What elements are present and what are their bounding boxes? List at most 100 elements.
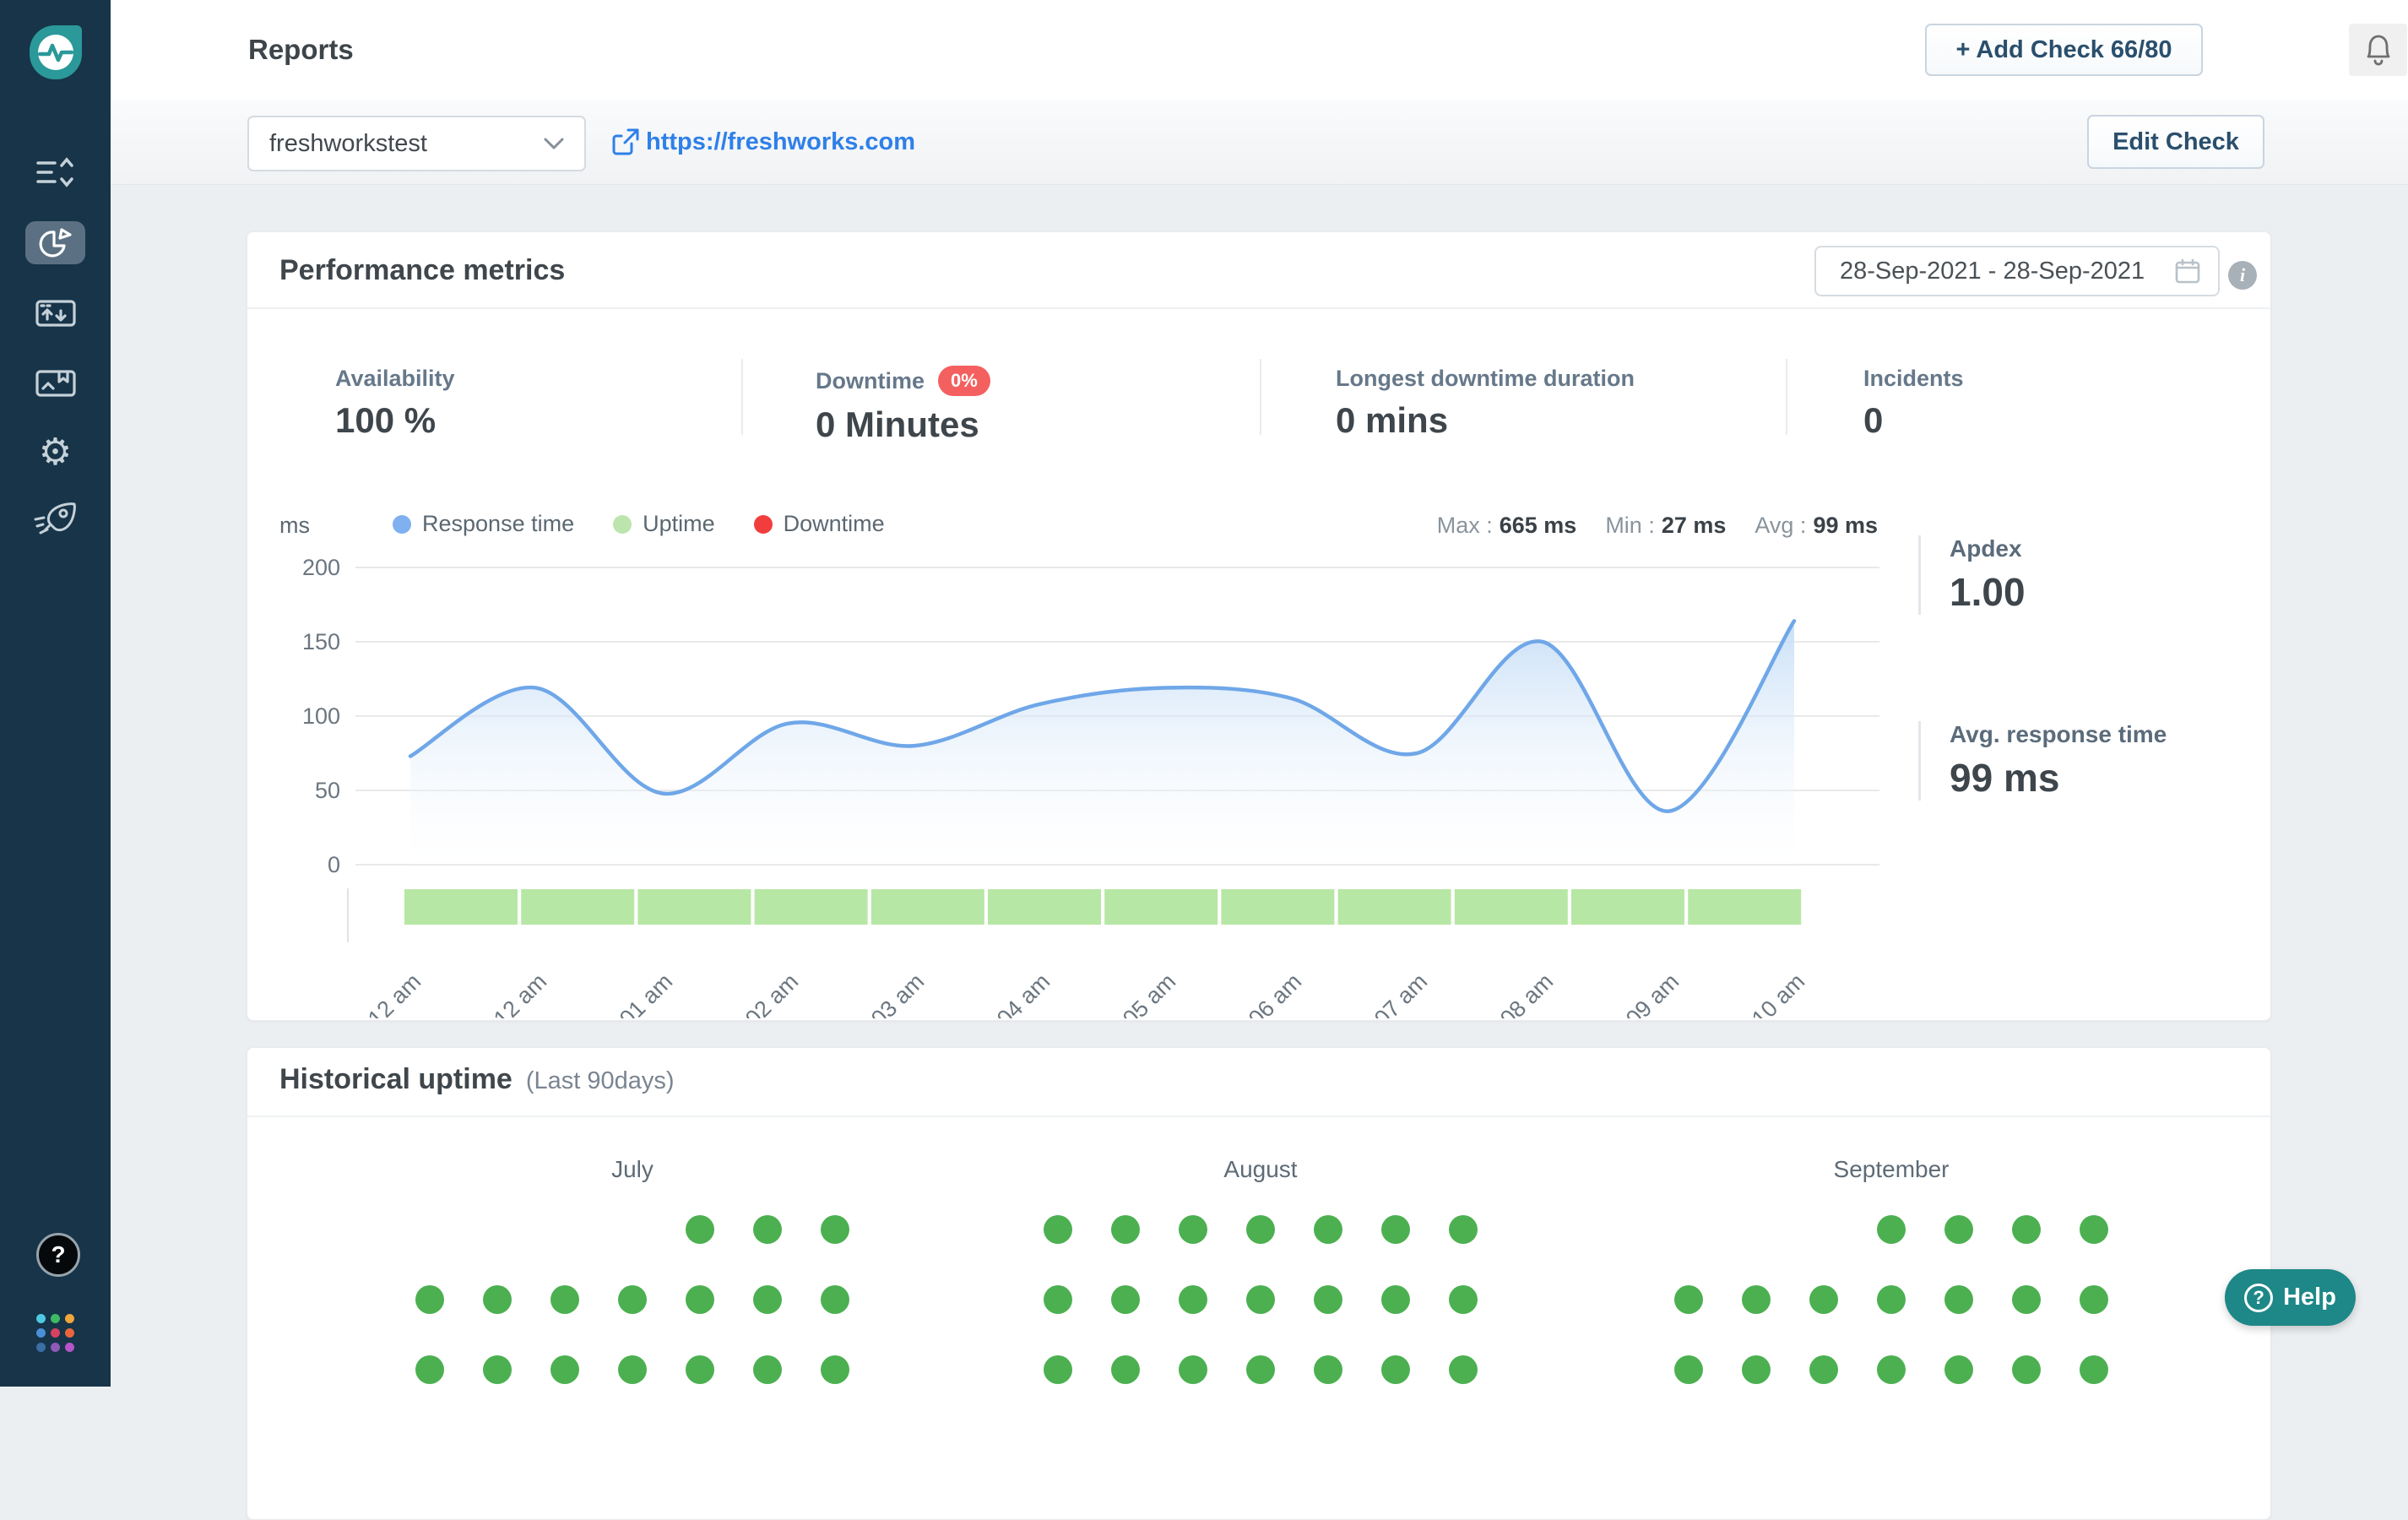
sidebar-item-status-pages[interactable]: [0, 294, 111, 331]
historical-uptime-card: Historical uptime (Last 90days) July Aug…: [247, 1047, 2271, 1520]
stat-value: 0 mins: [1336, 400, 1635, 441]
uptime-day-dot[interactable]: [686, 1355, 714, 1384]
uptime-day-dot[interactable]: [415, 1355, 444, 1384]
uptime-day-dot[interactable]: [1674, 1355, 1703, 1384]
freshping-logo[interactable]: [30, 25, 82, 79]
uptime-day-dot[interactable]: [1044, 1285, 1072, 1314]
notifications-button[interactable]: [2349, 24, 2407, 76]
uptime-day-dot[interactable]: [1179, 1285, 1207, 1314]
uptime-day-dot[interactable]: [1809, 1285, 1838, 1314]
uptime-day-dot[interactable]: [821, 1215, 849, 1244]
uptime-day-dot[interactable]: [1877, 1355, 1906, 1384]
uptime-day-dot[interactable]: [618, 1355, 647, 1384]
info-icon[interactable]: i: [2228, 261, 2257, 290]
stat-value: 100 %: [335, 400, 455, 441]
uptime-day-dot[interactable]: [618, 1285, 647, 1314]
stat-divider: [741, 359, 743, 435]
uptime-day-dot[interactable]: [1044, 1355, 1072, 1384]
downtime-percent-badge: 0%: [938, 366, 990, 396]
uptime-day-dot[interactable]: [1314, 1285, 1342, 1314]
gear-icon: ⚙: [39, 434, 72, 471]
uptime-day-dot[interactable]: [1246, 1215, 1275, 1244]
uptime-day-dot[interactable]: [1742, 1355, 1771, 1384]
uptime-day-dot[interactable]: [1449, 1215, 1478, 1244]
uptime-day-dot[interactable]: [686, 1215, 714, 1244]
uptime-day-dot[interactable]: [1742, 1285, 1771, 1314]
uptime-day-dot[interactable]: [2080, 1355, 2108, 1384]
date-range-picker[interactable]: 28-Sep-2021 - 28-Sep-2021: [1814, 246, 2220, 296]
sidebar-item-badges[interactable]: [0, 363, 111, 400]
svg-text:07 am: 07 am: [1369, 969, 1432, 1018]
summary-max: Max :665 ms: [1437, 513, 1577, 539]
month-label-july: July: [415, 1156, 849, 1183]
svg-text:0: 0: [328, 852, 340, 877]
sidebar-item-settings[interactable]: ⚙: [0, 431, 111, 475]
uptime-day-dot[interactable]: [753, 1355, 782, 1384]
uptime-day-dot[interactable]: [1179, 1215, 1207, 1244]
uptime-day-dot[interactable]: [821, 1285, 849, 1314]
page-title: Reports: [248, 0, 354, 100]
uptime-day-dot[interactable]: [1381, 1215, 1410, 1244]
uptime-day-dot[interactable]: [1944, 1355, 1973, 1384]
stat-label: Longest downtime duration: [1336, 366, 1635, 392]
uptime-day-dot[interactable]: [1314, 1355, 1342, 1384]
uptime-day-dot[interactable]: [2012, 1355, 2041, 1384]
uptime-day-dot[interactable]: [1314, 1215, 1342, 1244]
svg-text:01 am: 01 am: [615, 969, 677, 1018]
svg-text:12 am: 12 am: [489, 969, 551, 1018]
uptime-day-dot[interactable]: [1809, 1355, 1838, 1384]
uptime-day-dot[interactable]: [550, 1285, 579, 1314]
month-label-september: September: [1674, 1156, 2108, 1183]
uptime-day-dot[interactable]: [483, 1355, 512, 1384]
uptime-day-dot[interactable]: [1179, 1355, 1207, 1384]
uptime-day-dot[interactable]: [753, 1215, 782, 1244]
uptime-day-dot[interactable]: [1877, 1285, 1906, 1314]
legend-uptime[interactable]: Uptime: [613, 511, 715, 537]
uptime-day-dot[interactable]: [1044, 1215, 1072, 1244]
uptime-day-dot[interactable]: [1246, 1355, 1275, 1384]
edit-check-button[interactable]: Edit Check: [2087, 115, 2264, 169]
legend-downtime[interactable]: Downtime: [754, 511, 885, 537]
app-switcher-icon[interactable]: [36, 1314, 77, 1352]
uptime-day-dot[interactable]: [753, 1285, 782, 1314]
response-time-chart[interactable]: 05010015020012 am12 am01 am02 am03 am04 …: [279, 550, 1892, 1018]
uptime-day-dot[interactable]: [1111, 1355, 1140, 1384]
uptime-day-dot[interactable]: [2080, 1285, 2108, 1314]
uptime-day-dot[interactable]: [2080, 1215, 2108, 1244]
help-button[interactable]: ? Help: [2225, 1269, 2356, 1326]
sidebar-item-upgrade[interactable]: [0, 497, 111, 540]
uptime-day-dot[interactable]: [1381, 1355, 1410, 1384]
uptime-day-dot[interactable]: [1111, 1215, 1140, 1244]
uptime-day-dot[interactable]: [1449, 1285, 1478, 1314]
uptime-day-dot[interactable]: [686, 1285, 714, 1314]
uptime-day-dot[interactable]: [1111, 1285, 1140, 1314]
sidebar-item-reports[interactable]: [25, 221, 85, 264]
uptime-day-dot[interactable]: [1674, 1285, 1703, 1314]
uptime-day-dot[interactable]: [2012, 1285, 2041, 1314]
uptime-day-dot[interactable]: [1381, 1285, 1410, 1314]
svg-text:200: 200: [302, 555, 340, 580]
uptime-day-dot[interactable]: [1944, 1285, 1973, 1314]
add-check-button[interactable]: + Add Check 66/80: [1925, 24, 2203, 76]
uptime-day-dot[interactable]: [1877, 1215, 1906, 1244]
legend-response-time[interactable]: Response time: [393, 511, 574, 537]
svg-text:50: 50: [315, 778, 340, 803]
check-url-link[interactable]: https://freshworks.com: [646, 100, 915, 184]
uptime-day-dot[interactable]: [1449, 1355, 1478, 1384]
avg-response-value: 99 ms: [1950, 755, 2253, 801]
check-select[interactable]: freshworkstest: [247, 116, 586, 171]
stat-value: 0 Minutes: [816, 404, 990, 445]
uptime-day-dot[interactable]: [483, 1285, 512, 1314]
uptime-day-dot[interactable]: [1944, 1215, 1973, 1244]
uptime-day-dot[interactable]: [415, 1285, 444, 1314]
external-link-icon: [611, 128, 640, 160]
uptime-day-dot[interactable]: [821, 1355, 849, 1384]
performance-metrics-card: Performance metrics 28-Sep-2021 - 28-Sep…: [247, 231, 2271, 1021]
uptime-day-dot[interactable]: [1246, 1285, 1275, 1314]
uptime-day-dot[interactable]: [550, 1355, 579, 1384]
calendar-icon: [2174, 258, 2201, 285]
sidebar-item-checks[interactable]: [0, 154, 111, 191]
card-divider: [247, 1116, 2270, 1117]
sidebar-help-button[interactable]: ?: [36, 1233, 80, 1277]
uptime-day-dot[interactable]: [2012, 1215, 2041, 1244]
